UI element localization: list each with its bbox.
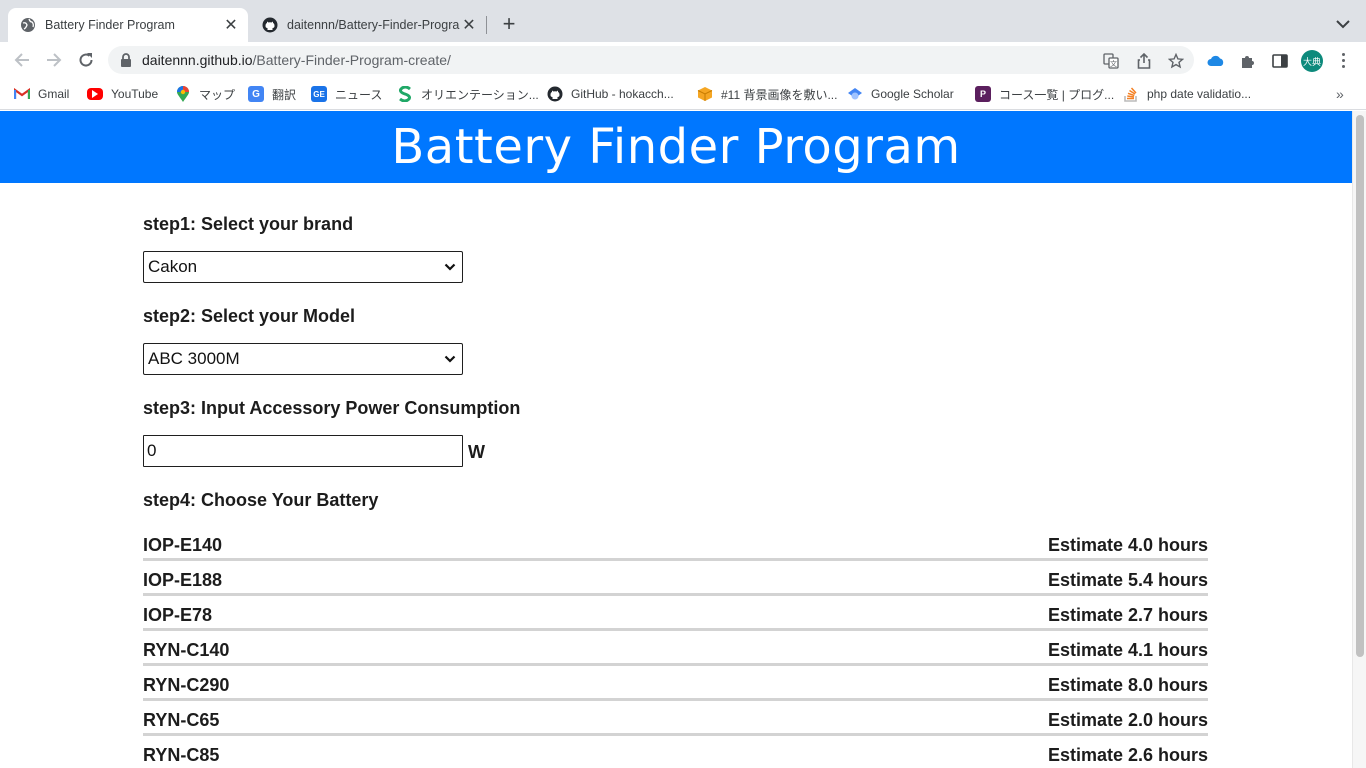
step1-label: step1: Select your brand (143, 214, 354, 234)
bookmark-maps[interactable]: マップ (175, 85, 235, 103)
bookmarks-overflow-chevron-icon[interactable]: » (1336, 86, 1344, 102)
github-icon (262, 17, 278, 33)
browser-toolbar: daitennn.github.io/Battery-Finder-Progra… (0, 42, 1366, 78)
youtube-icon (87, 88, 103, 100)
page-title: Battery Finder Program (391, 119, 961, 175)
battery-estimate: Estimate 8.0 hours (1047, 675, 1208, 695)
power-consumption-input[interactable]: 0 (143, 435, 463, 467)
battery-name: RYN-C140 (143, 640, 230, 660)
tab-search-chevron-icon[interactable] (1334, 15, 1352, 33)
tab-github-repo[interactable]: daitennn/Battery-Finder-Program-create ✕ (250, 8, 486, 42)
chevron-down-icon (444, 263, 456, 271)
svg-text:文: 文 (1110, 59, 1117, 68)
news-icon: GE (311, 86, 327, 102)
battery-name: RYN-C85 (143, 745, 220, 765)
battery-row[interactable]: RYN-C65 Estimate 2.0 hours (143, 701, 1208, 736)
translate-page-icon[interactable]: 文 (1103, 53, 1119, 69)
github-icon (547, 86, 563, 102)
course-icon: P (975, 86, 991, 102)
browser-menu-icon[interactable] (1336, 51, 1350, 69)
tab-title: Battery Finder Program (45, 18, 175, 32)
bookmark-gmail[interactable]: Gmail (14, 85, 69, 103)
stackoverflow-icon (1123, 86, 1139, 102)
battery-row[interactable]: RYN-C85 Estimate 2.6 hours (143, 736, 1208, 768)
bookmark-news[interactable]: GE ニュース (311, 85, 382, 103)
side-panel-icon[interactable] (1271, 52, 1289, 70)
close-tab-icon[interactable]: ✕ (460, 16, 478, 34)
battery-name: RYN-C65 (143, 710, 220, 730)
forward-arrow-icon[interactable] (42, 48, 66, 72)
bookmarks-bar: Gmail YouTube マップ G 翻訳 GE ニュース オリエンテーション… (0, 78, 1366, 110)
power-consumption-value: 0 (147, 441, 157, 460)
battery-estimate: Estimate 2.7 hours (1047, 605, 1208, 625)
battery-estimate: Estimate 5.4 hours (1047, 570, 1208, 590)
tab-battery-finder[interactable]: Battery Finder Program ✕ (8, 8, 248, 42)
web-page: Battery Finder Program step1: Select you… (0, 111, 1352, 768)
battery-estimate: Estimate 4.0 hours (1047, 535, 1208, 555)
power-unit-label: W (468, 442, 485, 462)
bookmark-orientation[interactable]: オリエンテーション... (397, 85, 539, 103)
battery-row[interactable]: IOP-E140 Estimate 4.0 hours (143, 526, 1208, 561)
battery-estimate: Estimate 4.1 hours (1047, 640, 1208, 660)
address-bar[interactable]: daitennn.github.io/Battery-Finder-Progra… (108, 46, 1194, 74)
brand-select-value: Cakon (148, 257, 198, 276)
tab-strip: Battery Finder Program ✕ daitennn/Batter… (0, 0, 1366, 42)
battery-row[interactable]: IOP-E188 Estimate 5.4 hours (143, 561, 1208, 596)
scrollbar-thumb[interactable] (1356, 115, 1364, 657)
bookmark-php-date[interactable]: php date validatio... (1123, 85, 1251, 103)
reload-icon[interactable] (74, 48, 98, 72)
scholar-icon (847, 86, 863, 102)
battery-row[interactable]: IOP-E78 Estimate 2.7 hours (143, 596, 1208, 631)
bookmark-star-icon[interactable] (1168, 53, 1184, 69)
bookmark-youtube[interactable]: YouTube (87, 85, 158, 103)
step3-label: step3: Input Accessory Power Consumption (143, 398, 521, 418)
battery-estimate: Estimate 2.6 hours (1047, 745, 1208, 765)
globe-icon (20, 17, 36, 33)
back-arrow-icon[interactable] (10, 48, 34, 72)
model-select[interactable]: ABC 3000M (143, 343, 463, 375)
profile-avatar[interactable]: 大典 (1301, 50, 1323, 72)
battery-list: IOP-E140 Estimate 4.0 hours IOP-E188 Est… (143, 526, 1208, 768)
model-select-value: ABC 3000M (148, 349, 240, 368)
battery-name: RYN-C290 (143, 675, 230, 695)
bookmark-background-image[interactable]: #11 背景画像を敷い... (697, 85, 837, 103)
bookmark-google-scholar[interactable]: Google Scholar (847, 85, 954, 103)
page-header: Battery Finder Program (0, 111, 1352, 183)
cloud-extension-icon[interactable] (1207, 52, 1225, 70)
lock-icon[interactable] (120, 53, 132, 67)
url-text: daitennn.github.io/Battery-Finder-Progra… (142, 52, 451, 68)
tab-separator (486, 16, 487, 34)
step4-label: step4: Choose Your Battery (143, 490, 379, 510)
bookmark-github[interactable]: GitHub - hokacch... (547, 85, 674, 103)
extensions-puzzle-icon[interactable] (1239, 52, 1257, 70)
chevron-down-icon (444, 355, 456, 363)
translate-icon: G (248, 86, 264, 102)
battery-name: IOP-E140 (143, 535, 223, 555)
orientation-icon (397, 86, 413, 102)
battery-estimate: Estimate 2.0 hours (1047, 710, 1208, 730)
new-tab-plus-icon[interactable]: + (498, 11, 520, 36)
page-scrollbar[interactable] (1352, 111, 1366, 768)
battery-name: IOP-E188 (143, 570, 223, 590)
brand-select[interactable]: Cakon (143, 251, 463, 283)
maps-icon (175, 86, 191, 102)
step2-label: step2: Select your Model (143, 306, 356, 326)
close-tab-icon[interactable]: ✕ (222, 16, 240, 34)
tab-title: daitennn/Battery-Finder-Program-create (287, 18, 460, 32)
gmail-icon (14, 86, 30, 102)
bookmark-course-list[interactable]: P コース一覧 | プログ... (975, 85, 1114, 103)
share-icon[interactable] (1136, 53, 1152, 69)
box-icon (697, 86, 713, 102)
battery-row[interactable]: RYN-C140 Estimate 4.1 hours (143, 631, 1208, 666)
battery-name: IOP-E78 (143, 605, 213, 625)
bookmark-translate[interactable]: G 翻訳 (248, 85, 296, 103)
battery-row[interactable]: RYN-C290 Estimate 8.0 hours (143, 666, 1208, 701)
